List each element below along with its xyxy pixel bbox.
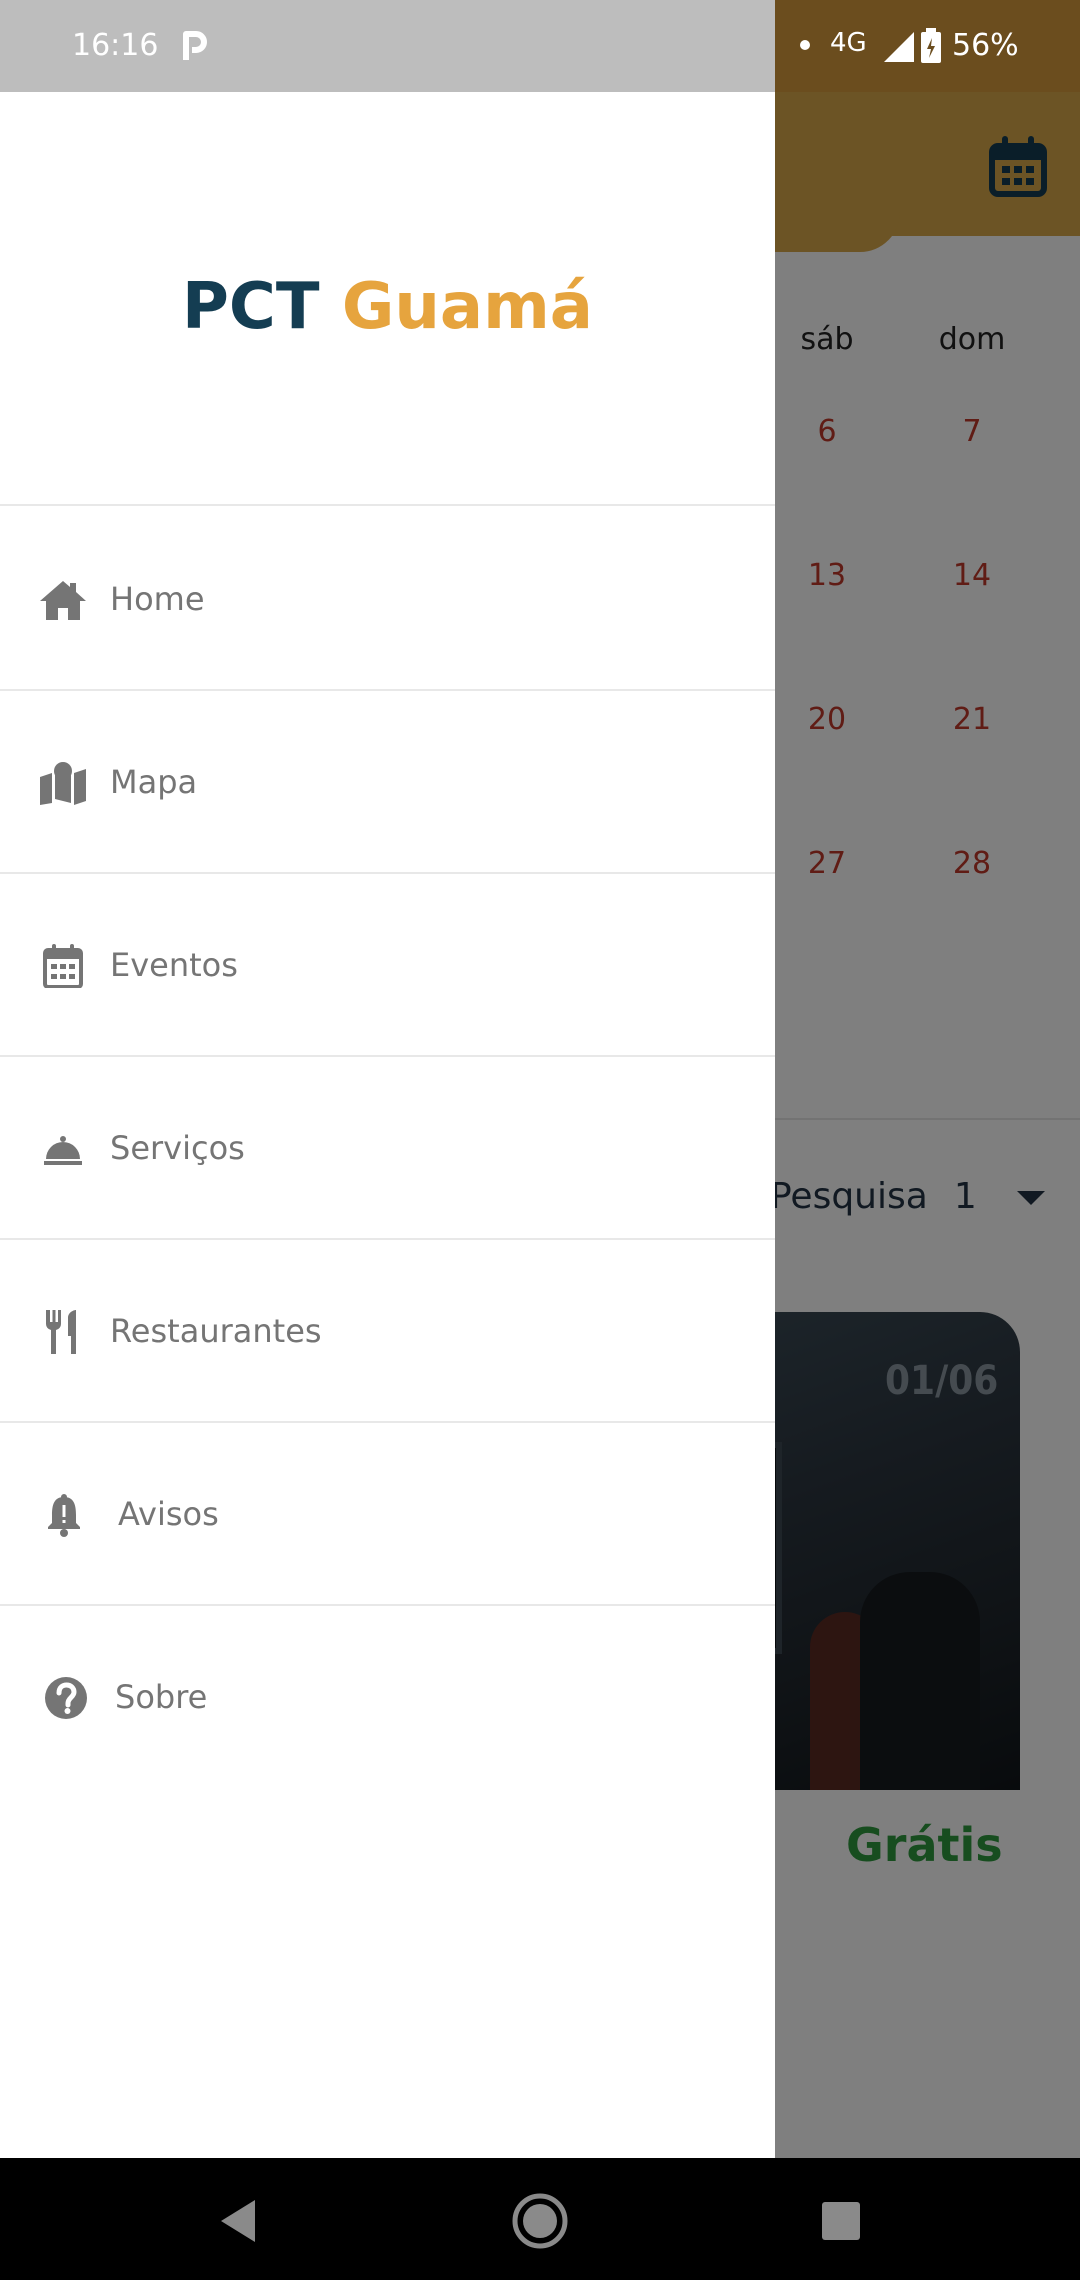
notification-dot-icon (800, 40, 810, 50)
drawer-item-services[interactable]: Serviços (0, 1055, 775, 1240)
drawer-item-notices[interactable]: Avisos (0, 1421, 775, 1606)
network-type: 4G (830, 28, 867, 58)
battery-percent: 56% (952, 28, 1019, 63)
help-circle-icon (45, 1677, 87, 1719)
drawer-item-label: Avisos (118, 1495, 219, 1533)
status-time: 16:16 (72, 28, 159, 63)
battery-icon (921, 28, 941, 63)
logo-text-primary: PCT (182, 270, 320, 344)
drawer-item-restaurants[interactable]: Restaurantes (0, 1238, 775, 1423)
drawer-item-map[interactable]: Mapa (0, 689, 775, 874)
drawer-item-home[interactable]: Home (0, 506, 775, 691)
drawer-item-label: Eventos (110, 946, 238, 984)
app-logo: PCT Guamá (0, 270, 775, 344)
fork-knife-icon (45, 1310, 76, 1354)
status-bar: 16:16 4G 56% (0, 0, 1080, 92)
back-icon[interactable] (203, 2186, 273, 2256)
drawer-item-events[interactable]: Eventos (0, 872, 775, 1057)
bell-alert-icon (48, 1494, 80, 1537)
logo-text-accent: Guamá (341, 270, 593, 344)
drawer-item-label: Home (110, 580, 205, 618)
drawer-item-label: Serviços (110, 1129, 245, 1167)
calendar-icon (43, 944, 83, 988)
drawer-item-label: Mapa (110, 763, 198, 801)
map-icon (40, 762, 86, 805)
drawer-item-label: Sobre (115, 1678, 208, 1716)
home-button-icon[interactable] (505, 2186, 575, 2256)
signal-icon (884, 32, 914, 62)
drawer-item-about[interactable]: Sobre (0, 1604, 775, 1787)
navigation-drawer: PCT Guamá Home Mapa Eventos Serviços Res… (0, 92, 775, 2158)
parking-notification-icon (183, 31, 207, 60)
system-navigation-bar (0, 2158, 1080, 2280)
recents-icon[interactable] (806, 2186, 876, 2256)
home-icon (40, 581, 86, 620)
room-service-bell-icon (44, 1136, 82, 1165)
drawer-header: PCT Guamá (0, 92, 775, 506)
drawer-item-label: Restaurantes (110, 1312, 322, 1350)
